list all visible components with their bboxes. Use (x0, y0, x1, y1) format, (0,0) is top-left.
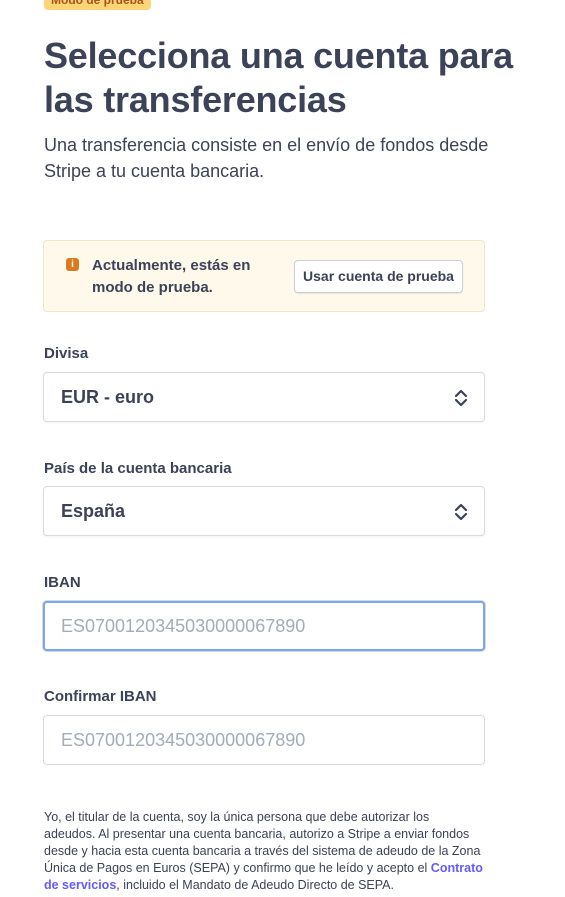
info-icon: i (66, 258, 79, 271)
legal-text-after: , incluido el Mandato de Adeudo Directo … (116, 878, 394, 892)
legal-text-before: Yo, el titular de la cuenta, soy la únic… (44, 810, 481, 875)
country-select[interactable]: España (43, 486, 485, 536)
currency-select[interactable]: EUR - euro (43, 372, 485, 422)
use-test-account-button[interactable]: Usar cuenta de prueba (294, 260, 463, 293)
iban-input[interactable] (43, 601, 485, 651)
test-mode-badge: Modo de prueba (44, 0, 151, 10)
currency-value: EUR - euro (61, 387, 155, 407)
confirm-iban-label: Confirmar IBAN (44, 688, 157, 705)
currency-label: Divisa (44, 345, 89, 362)
legal-text: Yo, el titular de la cuenta, soy la únic… (44, 809, 484, 894)
chevron-updown-icon (454, 503, 468, 521)
country-label: País de la cuenta bancaria (44, 460, 232, 477)
notice-text: Actualmente, estás en modo de prueba. (92, 257, 251, 296)
country-value: España (61, 501, 126, 521)
page-title: Selecciona una cuenta para las transfere… (44, 35, 513, 120)
iban-label: IBAN (44, 574, 81, 591)
test-mode-notice: i Actualmente, estás en modo de prueba. … (43, 240, 485, 312)
confirm-iban-input[interactable] (43, 715, 485, 765)
chevron-updown-icon (454, 389, 468, 407)
page-subtitle: Una transferencia consiste en el envío d… (44, 135, 489, 181)
